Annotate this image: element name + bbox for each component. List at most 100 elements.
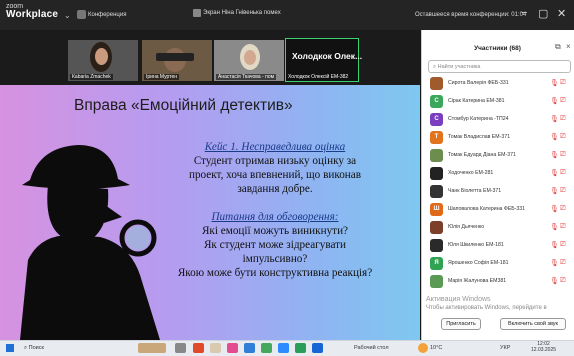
office-icon[interactable] — [193, 343, 204, 353]
video-off-icon: ⎚ — [560, 97, 566, 104]
avatar — [430, 185, 443, 198]
avatar — [430, 239, 443, 252]
task-view-icon[interactable] — [175, 343, 186, 353]
participant-name: Чанк Біолетта ЕМ-371 — [448, 188, 502, 194]
avatar — [430, 167, 443, 180]
mic-muted-icon: 🎙 — [550, 242, 559, 249]
question-line: Як студент може зідреагувати — [203, 239, 347, 251]
video-off-icon: ⎚ — [560, 151, 566, 158]
avatar: С — [430, 95, 443, 108]
video-off-icon: ⎚ — [560, 277, 566, 284]
participants-title: Участники (68) — [474, 45, 521, 52]
slide-title: Вправа «Емоційний детектив» — [74, 97, 293, 114]
conference-menu[interactable]: Конференция — [88, 12, 126, 18]
app-icon[interactable] — [312, 343, 323, 353]
mic-muted-icon: 🎙 — [550, 260, 559, 267]
video-off-icon: ⎚ — [560, 205, 566, 212]
mic-muted-icon: 🎙 — [550, 188, 559, 195]
app-icon[interactable] — [210, 343, 221, 353]
zoom-icon[interactable] — [278, 343, 289, 353]
browser-icon[interactable] — [244, 343, 255, 353]
participant-row[interactable]: Томак Едуард Діана ЕМ-371 🎙 ⎚ — [426, 146, 574, 166]
app-icon[interactable] — [261, 343, 272, 353]
participant-name: Ірина Муртен — [144, 74, 180, 80]
screen-share-label[interactable]: Экран Ніна Гнівенька помех — [203, 10, 281, 16]
question-line: Якою може бути конструктивна реакція? — [177, 267, 373, 279]
active-speaker-name: Холодкок Олек... — [292, 51, 363, 61]
participant-name: Сірак Катерина ЕМ-381 — [448, 98, 505, 104]
avatar — [430, 77, 443, 90]
windows-start-icon[interactable] — [6, 344, 14, 352]
mic-muted-icon: 🎙 — [550, 170, 559, 177]
avatar — [430, 275, 443, 288]
participant-row[interactable]: Ш Шаповалова Катерина ФЕБ-331 🎙 ⎚ — [426, 200, 574, 220]
participant-name: Шаповалова Катерина ФЕБ-331 — [448, 206, 526, 212]
video-tile[interactable]: Кabaria Zmachek — [68, 40, 138, 81]
participant-name: Кabaria Zmachek — [70, 74, 113, 80]
questions-title: Питання для обговорення: — [211, 211, 339, 223]
clock[interactable]: 12:02 12.03.2025 — [531, 341, 556, 353]
avatar — [430, 221, 443, 234]
close-icon[interactable]: ✕ — [557, 7, 566, 20]
participant-row[interactable]: С Сірак Катерина ЕМ-381 🎙 ⎚ — [426, 92, 574, 112]
question-line: імпульсивно? — [242, 253, 308, 265]
participant-row[interactable]: Марія Жалунова ЕМ381 🎙 ⎚ — [426, 272, 574, 292]
popout-icon[interactable]: ⧉ — [555, 42, 561, 52]
news-widget-icon[interactable] — [138, 343, 166, 353]
video-tile[interactable]: Анастасія Ткачова - пом — [214, 40, 284, 81]
participant-name: Анастасія Ткачова - пом — [216, 74, 277, 80]
mic-muted-icon: 🎙 — [550, 152, 559, 159]
title-bar: zoom Workplace ⌄ Конференция Экран Ніна … — [0, 0, 574, 30]
taskbar-search[interactable]: ⌕ Поиск — [24, 345, 44, 352]
invite-button[interactable]: Пригласить — [441, 318, 481, 330]
remaining-time: Оставшееся время конференции: 01:04 — [415, 12, 527, 18]
participant-row[interactable]: Ходоченко ЕМ-281 🎙 ⎚ — [426, 164, 574, 184]
close-panel-icon[interactable]: × — [566, 42, 571, 51]
participant-name: Сирота Валерія ФЕБ-331 — [448, 80, 509, 86]
mic-muted-icon: 🎙 — [550, 206, 559, 213]
participant-name: Ходоченко ЕМ-281 — [448, 170, 494, 176]
video-off-icon: ⎚ — [560, 187, 566, 194]
search-icon: ⌕ — [433, 64, 437, 70]
avatar: Я — [430, 257, 443, 270]
video-off-icon: ⎚ — [560, 241, 566, 248]
participant-row[interactable]: Юля Шкиленко ЕМ-181 🎙 ⎚ — [426, 236, 574, 256]
weather-icon[interactable] — [418, 343, 428, 353]
video-off-icon: ⎚ — [560, 133, 566, 140]
participant-search-input[interactable]: ⌕ Найти участника — [428, 60, 571, 73]
mic-muted-icon: 🎙 — [550, 134, 559, 141]
conference-icon — [77, 10, 86, 19]
participant-row[interactable]: С Стомбур Катерина -ТП24 🎙 ⎚ — [426, 110, 574, 130]
maximize-icon[interactable]: ▢ — [538, 7, 548, 20]
participant-name: Юля Шкиленко ЕМ-181 — [448, 242, 504, 248]
case-line: проект, хоча впевнений, що виконав — [188, 169, 362, 181]
search-icon: ⌕ — [24, 345, 28, 351]
screen-share-icon — [193, 9, 201, 17]
participant-name: Ярошенко Софія ЕМ-181 — [448, 260, 509, 266]
case-line: завдання добре. — [237, 183, 313, 195]
video-tile[interactable]: Ірина Муртен — [142, 40, 212, 81]
windows-activation-watermark: Активация Windows Чтобы активировать Win… — [426, 296, 547, 311]
active-speaker-tile[interactable]: Холодкок Олек... Холодкок Олексій ЕМ-382 — [285, 38, 363, 82]
participant-row[interactable]: Юлія Дьяченко 🎙 ⎚ — [426, 218, 574, 238]
participant-row[interactable]: Чанк Біолетта ЕМ-371 🎙 ⎚ — [426, 182, 574, 202]
mic-muted-icon: 🎙 — [550, 116, 559, 123]
language-indicator[interactable]: УКР — [500, 345, 510, 351]
chevron-down-icon[interactable]: ⌄ — [64, 11, 71, 20]
zoom-logo: zoom Workplace — [6, 3, 59, 20]
participant-row[interactable]: Сирота Валерія ФЕБ-331 🎙 ⎚ — [426, 74, 574, 94]
app-icon[interactable] — [227, 343, 238, 353]
chrome-icon[interactable] — [295, 343, 306, 353]
temperature: 10°C — [430, 345, 443, 351]
avatar: С — [430, 113, 443, 126]
video-off-icon: ⎚ — [560, 259, 566, 266]
mic-muted-icon: 🎙 — [550, 80, 559, 87]
video-off-icon: ⎚ — [560, 169, 566, 176]
minimize-icon[interactable]: − — [521, 7, 527, 19]
participant-row[interactable]: Я Ярошенко Софія ЕМ-181 🎙 ⎚ — [426, 254, 574, 274]
participant-row[interactable]: Т Томак Владислав ЕМ-371 🎙 ⎚ — [426, 128, 574, 148]
unmute-self-button[interactable]: Включить свой звук — [500, 318, 566, 330]
case-title: Кейс 1. Несправедлива оцінка — [204, 141, 346, 153]
avatar — [430, 149, 443, 162]
desktop-label[interactable]: Рабочий стол — [354, 345, 389, 351]
